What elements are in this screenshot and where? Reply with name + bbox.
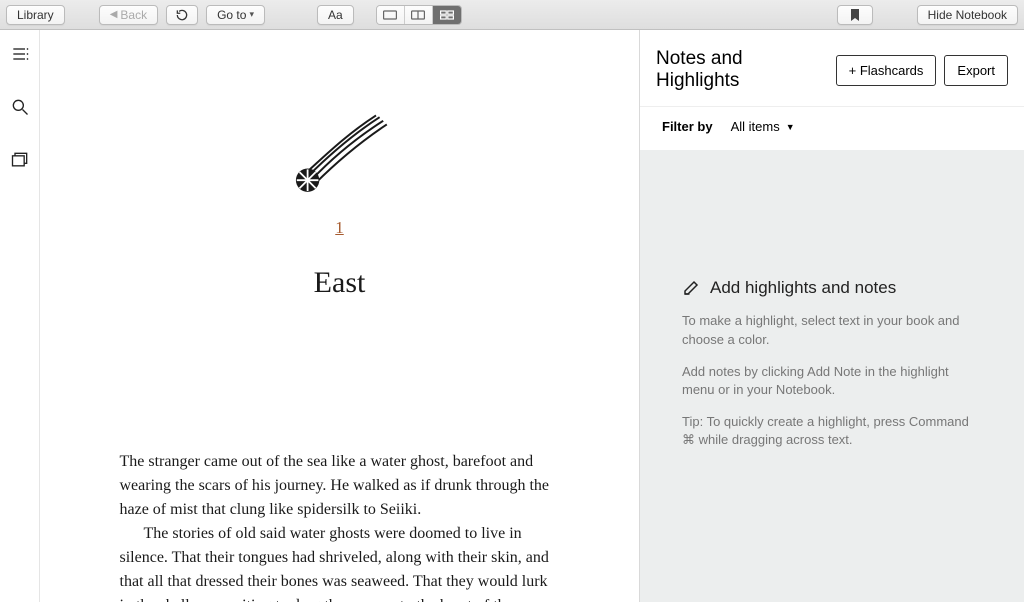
toolbar: Library ◀ Back Go to ▾ Aa Hide Notebook bbox=[0, 0, 1024, 30]
library-button[interactable]: Library bbox=[6, 5, 65, 25]
chapter-ornament bbox=[120, 110, 560, 200]
notebook-filter: Filter by All items ▼ bbox=[640, 107, 1024, 150]
chevron-down-icon: ▼ bbox=[786, 122, 795, 132]
goto-button[interactable]: Go to ▾ bbox=[206, 5, 265, 25]
reload-button[interactable] bbox=[166, 5, 198, 25]
toc-icon bbox=[10, 44, 30, 64]
reader-pane: 1 East The stranger came out of the sea … bbox=[40, 30, 640, 602]
main: 1 East The stranger came out of the sea … bbox=[0, 30, 1024, 602]
export-button[interactable]: Export bbox=[944, 55, 1008, 86]
cards-button[interactable] bbox=[10, 150, 30, 175]
notebook-header: Notes and Highlights + Flashcards Export bbox=[640, 30, 1024, 107]
back-label: Back bbox=[120, 8, 147, 22]
search-icon bbox=[10, 97, 30, 117]
comet-icon bbox=[285, 110, 395, 200]
toc-button[interactable] bbox=[10, 44, 30, 69]
back-button[interactable]: ◀ Back bbox=[99, 5, 158, 25]
filter-value: All items bbox=[731, 119, 780, 134]
pencil-icon bbox=[682, 279, 700, 297]
paragraph: The stranger came out of the sea like a … bbox=[120, 450, 560, 522]
chevron-left-icon: ◀ bbox=[110, 9, 118, 20]
chevron-down-icon: ▾ bbox=[249, 9, 254, 20]
flashcards-button[interactable]: + Flashcards bbox=[836, 55, 937, 86]
empty-heading: Add highlights and notes bbox=[682, 278, 982, 298]
chapter-number: 1 bbox=[120, 218, 560, 238]
empty-text: Add notes by clicking Add Note in the hi… bbox=[682, 363, 982, 399]
bookmark-icon bbox=[849, 8, 861, 22]
filter-dropdown[interactable]: All items ▼ bbox=[731, 119, 795, 134]
empty-text: Tip: To quickly create a highlight, pres… bbox=[682, 413, 982, 449]
filter-label: Filter by bbox=[662, 119, 713, 134]
body-text: The stranger came out of the sea like a … bbox=[120, 450, 560, 602]
empty-heading-text: Add highlights and notes bbox=[710, 278, 896, 298]
paragraph: The stories of old said water ghosts wer… bbox=[120, 522, 560, 602]
page: 1 East The stranger came out of the sea … bbox=[60, 30, 620, 602]
cards-icon bbox=[10, 150, 30, 170]
bookmark-button[interactable] bbox=[837, 5, 873, 25]
goto-label: Go to bbox=[217, 8, 246, 22]
reload-icon bbox=[175, 8, 189, 22]
hide-notebook-button[interactable]: Hide Notebook bbox=[917, 5, 1018, 25]
left-rail bbox=[0, 30, 40, 602]
notebook-empty-state: Add highlights and notes To make a highl… bbox=[682, 278, 982, 473]
search-button[interactable] bbox=[10, 97, 30, 122]
notebook-empty-area: Add highlights and notes To make a highl… bbox=[640, 150, 1024, 602]
empty-text: To make a highlight, select text in your… bbox=[682, 312, 982, 348]
view-grid[interactable] bbox=[433, 6, 461, 24]
chapter-title: East bbox=[120, 266, 560, 300]
notebook-title: Notes and Highlights bbox=[656, 48, 828, 92]
notebook-pane: Notes and Highlights + Flashcards Export… bbox=[640, 30, 1024, 602]
view-mode-segment bbox=[376, 5, 462, 25]
view-two-column[interactable] bbox=[405, 6, 433, 24]
view-single[interactable] bbox=[377, 6, 405, 24]
font-button[interactable]: Aa bbox=[317, 5, 354, 25]
